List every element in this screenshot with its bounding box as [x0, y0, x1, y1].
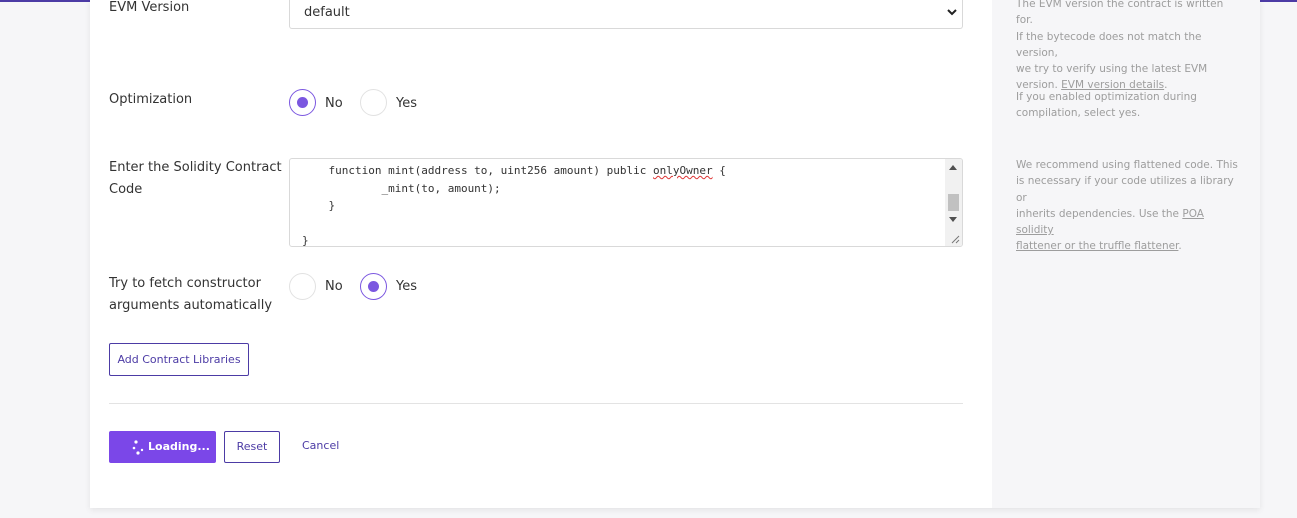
cancel-link[interactable]: Cancel — [302, 439, 339, 452]
loading-submit-button[interactable]: Loading... — [109, 431, 216, 463]
constructor-args-no-radio[interactable] — [289, 273, 316, 300]
spinner-icon — [132, 440, 144, 455]
optimization-no-label: No — [325, 96, 343, 111]
scroll-up-arrow-icon[interactable] — [949, 165, 957, 170]
scroll-down-arrow-icon[interactable] — [949, 217, 957, 222]
contract-code-label: Enter the Solidity Contract Code — [109, 160, 282, 197]
optimization-label: Optimization — [109, 92, 193, 107]
form-divider — [109, 403, 963, 404]
spellcheck-underlined-word: onlyOwner — [653, 164, 713, 177]
evm-version-value: default — [304, 5, 350, 20]
contract-code-textarea[interactable]: function mint(address to, uint256 amount… — [289, 158, 963, 247]
contract-code-text: function mint(address to, uint256 amount… — [302, 164, 726, 247]
truffle-flattener-link[interactable]: flattener or the truffle flattener — [1016, 240, 1178, 252]
code-scrollbar[interactable] — [945, 159, 962, 246]
optimization-yes-radio[interactable] — [360, 89, 387, 116]
evm-version-select[interactable]: default — [289, 0, 963, 29]
reset-button[interactable]: Reset — [224, 431, 280, 463]
optimization-no-radio[interactable] — [289, 89, 316, 116]
loading-label: Loading... — [148, 440, 210, 453]
help-evm-version: The EVM version the contract is written … — [1016, 0, 1224, 92]
evm-version-label: EVM Version — [109, 0, 190, 15]
constructor-args-no-label: No — [325, 279, 343, 294]
add-contract-libraries-button[interactable]: Add Contract Libraries — [109, 343, 249, 376]
chevron-down-icon — [947, 9, 957, 16]
constructor-args-yes-radio[interactable] — [360, 273, 387, 300]
help-contract-code: We recommend using flattened code. This … — [1016, 159, 1238, 253]
constructor-args-label: Try to fetch constructor arguments autom… — [109, 276, 273, 313]
scroll-thumb[interactable] — [948, 194, 959, 211]
resize-grip-icon[interactable] — [951, 235, 960, 244]
constructor-args-yes-label: Yes — [396, 279, 417, 294]
help-optimization: If you enabled optimization during compi… — [1016, 91, 1197, 120]
optimization-yes-label: Yes — [396, 96, 417, 111]
